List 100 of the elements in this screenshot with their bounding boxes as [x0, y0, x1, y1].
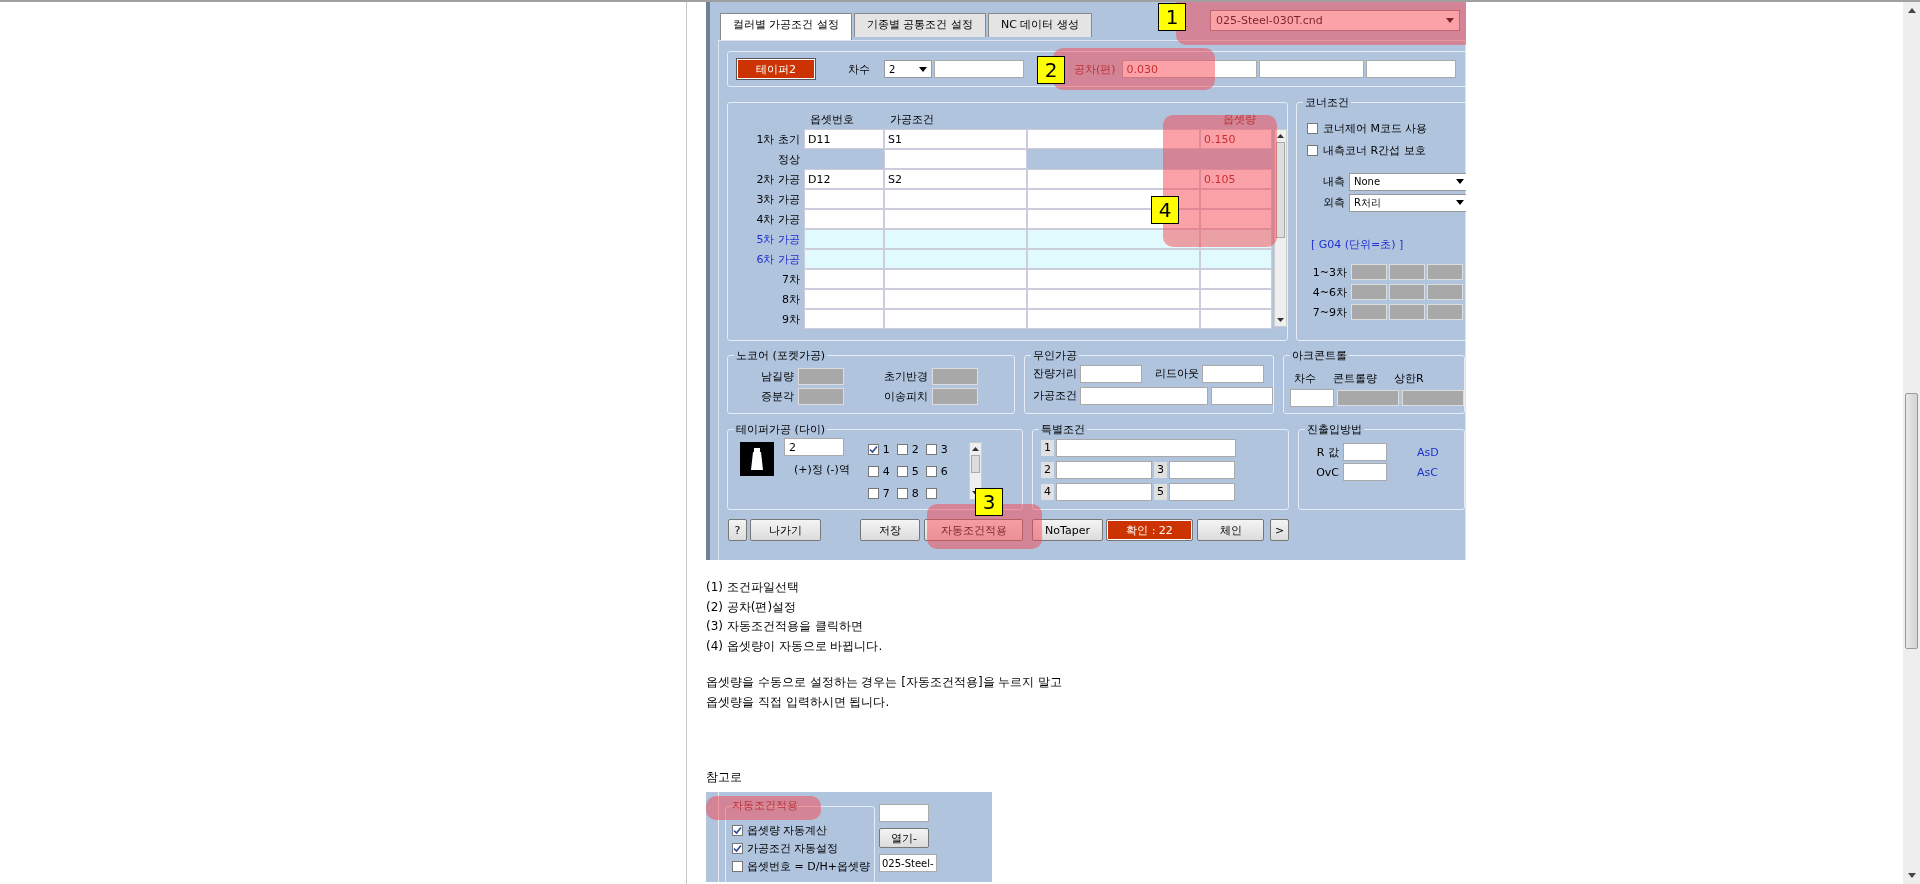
checkbox[interactable] — [867, 487, 879, 499]
grid-cell[interactable] — [804, 249, 884, 269]
grid-cell[interactable] — [1200, 309, 1272, 329]
scrollbar[interactable] — [1903, 2, 1920, 884]
order-select[interactable]: 2 — [884, 60, 932, 78]
grid-cell[interactable] — [1200, 209, 1272, 229]
grid-cell[interactable] — [884, 249, 1027, 269]
grid-cell[interactable] — [1027, 269, 1200, 289]
tab[interactable]: 기종별 공통조건 설정 — [854, 13, 986, 37]
input-field[interactable] — [1343, 443, 1387, 461]
scroll-up-icon[interactable] — [1907, 8, 1916, 13]
tab[interactable]: NC 데이터 생성 — [988, 13, 1092, 37]
disabled-field — [1427, 264, 1463, 280]
input-field[interactable] — [1343, 463, 1387, 481]
disabled-field — [1351, 264, 1387, 280]
action-button[interactable]: 자동조건적용 — [924, 519, 1023, 541]
checkbox[interactable] — [925, 487, 937, 499]
checkbox[interactable] — [867, 443, 879, 455]
input-field[interactable] — [1079, 386, 1208, 405]
grid-cell[interactable]: S2 — [884, 169, 1027, 189]
checkbox[interactable] — [867, 465, 879, 477]
action-button[interactable]: 저장 — [860, 519, 920, 541]
field-label: 증분각 — [760, 389, 794, 404]
action-button[interactable]: 나가기 — [750, 519, 821, 541]
grid-cell[interactable] — [804, 229, 884, 249]
action-button[interactable]: NoTaper — [1032, 519, 1103, 541]
grid-cell[interactable] — [1027, 249, 1200, 269]
action-button[interactable]: 체인 — [1197, 519, 1264, 541]
taper-field[interactable]: 2 — [784, 438, 844, 456]
grid-cell[interactable]: S1 — [884, 129, 1027, 149]
input-field[interactable] — [934, 60, 1024, 78]
open-button[interactable]: 열기- — [879, 828, 929, 849]
grid-cell[interactable] — [1200, 229, 1272, 249]
action-button[interactable]: ? — [728, 519, 747, 541]
dropdown-select[interactable]: R처리 — [1349, 193, 1466, 212]
input-field[interactable] — [1258, 60, 1364, 78]
grid-cell[interactable] — [884, 149, 1027, 169]
grid-cell[interactable] — [1200, 249, 1272, 269]
grid-cell[interactable] — [804, 209, 884, 229]
link[interactable]: AsC — [1417, 465, 1438, 479]
action-button[interactable]: 확인 : 22 — [1106, 519, 1193, 541]
checkbox[interactable] — [896, 487, 908, 499]
grid-cell[interactable] — [804, 289, 884, 309]
grid-cell[interactable] — [1200, 189, 1272, 209]
scroll-thumb[interactable] — [1905, 393, 1918, 649]
scrollbar[interactable] — [968, 442, 982, 500]
grid-cell[interactable] — [804, 189, 884, 209]
scroll-down-icon[interactable] — [1907, 873, 1916, 878]
grid-cell[interactable] — [884, 189, 1027, 209]
field-label: 가공조건 — [1032, 388, 1077, 403]
input-field[interactable] — [1056, 460, 1152, 479]
checkbox[interactable] — [896, 443, 908, 455]
grid-cell[interactable] — [1027, 229, 1200, 249]
file-select[interactable]: 025-Steel-030T.cnd — [1210, 10, 1460, 31]
grid-cell[interactable] — [884, 269, 1027, 289]
input-field[interactable] — [1169, 482, 1235, 501]
checkbox[interactable] — [925, 465, 937, 477]
grid-cell[interactable] — [1027, 169, 1200, 189]
taper-button[interactable]: 테이퍼2 — [736, 58, 816, 80]
link[interactable]: AsD — [1417, 445, 1439, 459]
disabled-field — [798, 368, 844, 385]
grid-cell[interactable] — [1200, 269, 1272, 289]
input-field[interactable] — [1169, 460, 1235, 479]
input-field[interactable] — [1290, 389, 1334, 407]
grid-cell[interactable] — [884, 209, 1027, 229]
checkbox[interactable] — [732, 860, 743, 872]
checkbox[interactable] — [732, 824, 743, 836]
grid-cell[interactable] — [1027, 289, 1200, 309]
scrollbar[interactable] — [1274, 129, 1287, 327]
input-field[interactable] — [1079, 364, 1142, 383]
grid-cell[interactable] — [1027, 309, 1200, 329]
input-field[interactable] — [1365, 60, 1456, 78]
grid-cell[interactable] — [884, 289, 1027, 309]
action-button[interactable]: > — [1270, 519, 1289, 541]
checkbox[interactable] — [896, 465, 908, 477]
grid-cell[interactable] — [884, 309, 1027, 329]
field-label: 외측 — [1323, 195, 1345, 210]
grid-cell[interactable] — [804, 309, 884, 329]
disabled-field — [1389, 304, 1425, 320]
checkbox[interactable] — [1307, 122, 1318, 134]
scroll-down-icon[interactable] — [1277, 318, 1284, 322]
checkbox[interactable] — [1307, 144, 1318, 156]
input-field[interactable] — [1056, 438, 1236, 457]
scroll-up-icon[interactable] — [971, 447, 979, 451]
checkbox[interactable] — [732, 842, 743, 854]
dropdown-select[interactable]: None — [1349, 172, 1466, 191]
input-field[interactable] — [1201, 364, 1264, 383]
input-field[interactable] — [1056, 482, 1152, 501]
scroll-up-icon[interactable] — [1277, 134, 1284, 138]
tab[interactable]: 컬러별 가공조건 설정 — [720, 13, 852, 40]
checkbox[interactable] — [925, 443, 937, 455]
grid-cell[interactable] — [804, 269, 884, 289]
grid-cell[interactable] — [1200, 289, 1272, 309]
input-field[interactable] — [1210, 386, 1273, 405]
grid-cell[interactable]: D11 — [804, 129, 884, 149]
file-field[interactable]: 025-Steel- — [879, 854, 937, 873]
input-field[interactable] — [879, 804, 929, 823]
grid-cell[interactable]: D12 — [804, 169, 884, 189]
grid-cell[interactable] — [1027, 129, 1200, 149]
grid-cell[interactable] — [884, 229, 1027, 249]
